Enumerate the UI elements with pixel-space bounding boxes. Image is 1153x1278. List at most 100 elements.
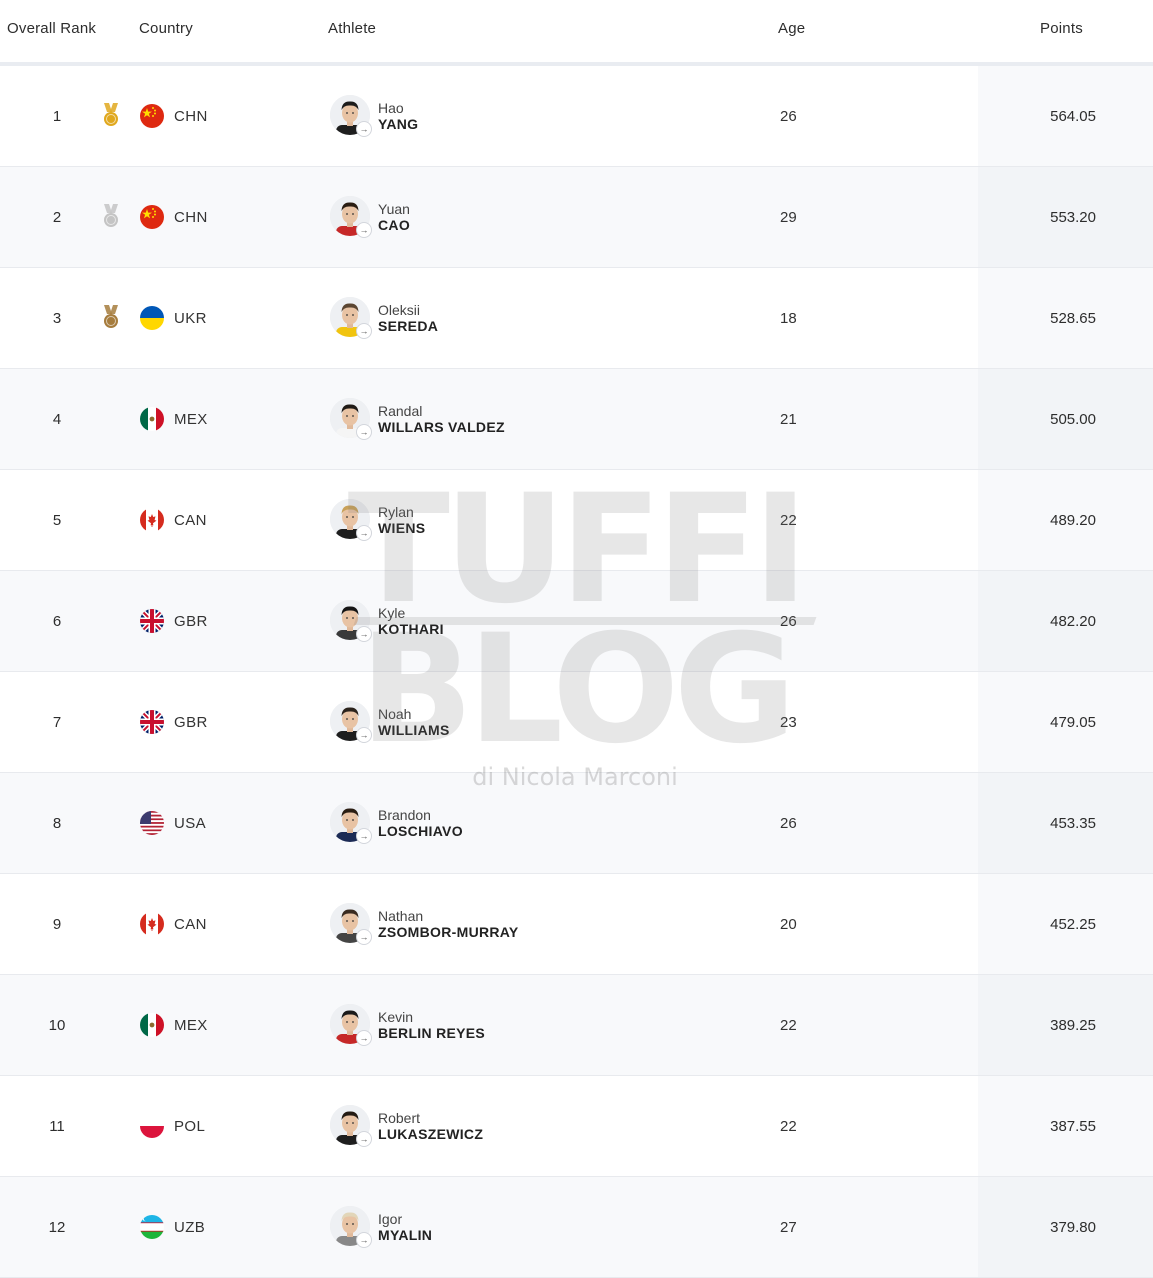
arrow-right-icon[interactable]: → bbox=[356, 222, 372, 238]
athlete-last-name[interactable]: LOSCHIAVO bbox=[378, 823, 463, 839]
flag-icon-can bbox=[140, 912, 164, 936]
athlete-first-name[interactable]: Randal bbox=[378, 403, 422, 419]
athlete-age: 26 bbox=[780, 815, 797, 832]
athlete-points: 387.55 bbox=[1050, 1118, 1096, 1135]
table-row[interactable]: 5 CAN → Rylan WIENS 22 489.20 bbox=[0, 470, 1153, 571]
arrow-right-icon[interactable]: → bbox=[356, 1030, 372, 1046]
arrow-right-icon[interactable]: → bbox=[356, 828, 372, 844]
athlete-last-name[interactable]: MYALIN bbox=[378, 1227, 432, 1243]
athlete-age: 23 bbox=[780, 714, 797, 731]
arrow-right-icon[interactable]: → bbox=[356, 424, 372, 440]
country-code: GBR bbox=[174, 613, 208, 630]
athlete-points: 482.20 bbox=[1050, 613, 1096, 630]
arrow-right-icon[interactable]: → bbox=[356, 929, 372, 945]
flag-icon-gbr bbox=[140, 609, 164, 633]
athlete-points: 452.25 bbox=[1050, 916, 1096, 933]
country-code: CHN bbox=[174, 209, 208, 226]
flag-icon-can bbox=[140, 508, 164, 532]
athlete-points: 453.35 bbox=[1050, 815, 1096, 832]
table-row[interactable]: 10 MEX → Kevin BERLIN REYES 22 389.25 bbox=[0, 975, 1153, 1076]
arrow-right-icon[interactable]: → bbox=[356, 323, 372, 339]
country-code: GBR bbox=[174, 714, 208, 731]
table-row[interactable]: 6 GBR → Kyle KOTHARI 26 482.20 bbox=[0, 571, 1153, 672]
table-row[interactable]: 7 GBR → Noah WILLIAMS 23 479.05 bbox=[0, 672, 1153, 773]
athlete-points: 389.25 bbox=[1050, 1017, 1096, 1034]
athlete-first-name[interactable]: Rylan bbox=[378, 504, 414, 520]
athlete-last-name[interactable]: YANG bbox=[378, 116, 418, 132]
rank-value: 10 bbox=[48, 1017, 66, 1034]
athlete-first-name[interactable]: Yuan bbox=[378, 201, 410, 217]
header-overall-rank[interactable]: Overall Rank bbox=[7, 20, 96, 37]
flag-icon-chn bbox=[140, 104, 164, 128]
athlete-points: 553.20 bbox=[1050, 209, 1096, 226]
rank-value: 9 bbox=[52, 916, 62, 933]
flag-icon-pol bbox=[140, 1114, 164, 1138]
athlete-last-name[interactable]: ZSOMBOR-MURRAY bbox=[378, 924, 519, 940]
arrow-right-icon[interactable]: → bbox=[356, 1232, 372, 1248]
table-header: Overall Rank Country Athlete Age Points bbox=[0, 0, 1153, 66]
arrow-right-icon[interactable]: → bbox=[356, 1131, 372, 1147]
athlete-age: 26 bbox=[780, 108, 797, 125]
country-code: UZB bbox=[174, 1219, 206, 1236]
athlete-last-name[interactable]: KOTHARI bbox=[378, 621, 444, 637]
athlete-last-name[interactable]: CAO bbox=[378, 217, 410, 233]
athlete-last-name[interactable]: LUKASZEWICZ bbox=[378, 1126, 483, 1142]
athlete-age: 27 bbox=[780, 1219, 797, 1236]
arrow-right-icon[interactable]: → bbox=[356, 727, 372, 743]
athlete-first-name[interactable]: Igor bbox=[378, 1211, 402, 1227]
medal-icon-gold bbox=[101, 103, 121, 129]
athlete-last-name[interactable]: WILLARS VALDEZ bbox=[378, 419, 505, 435]
athlete-first-name[interactable]: Noah bbox=[378, 706, 411, 722]
country-code: MEX bbox=[174, 1017, 208, 1034]
header-country[interactable]: Country bbox=[139, 20, 193, 37]
athlete-age: 26 bbox=[780, 613, 797, 630]
flag-icon-uzb bbox=[140, 1215, 164, 1239]
athlete-age: 18 bbox=[780, 310, 797, 327]
table-row[interactable]: 4 MEX → Randal WILLARS VALDEZ 21 505.00 bbox=[0, 369, 1153, 470]
athlete-first-name[interactable]: Robert bbox=[378, 1110, 420, 1126]
country-code: UKR bbox=[174, 310, 207, 327]
athlete-points: 379.80 bbox=[1050, 1219, 1096, 1236]
athlete-last-name[interactable]: BERLIN REYES bbox=[378, 1025, 485, 1041]
athlete-last-name[interactable]: WILLIAMS bbox=[378, 722, 450, 738]
rank-value: 5 bbox=[52, 512, 62, 529]
flag-icon-mex bbox=[140, 1013, 164, 1037]
arrow-right-icon[interactable]: → bbox=[356, 626, 372, 642]
table-row[interactable]: 1 CHN → Hao YANG 26 564.05 bbox=[0, 66, 1153, 167]
table-row[interactable]: 3 UKR → Oleksii SEREDA 18 528.65 bbox=[0, 268, 1153, 369]
athlete-first-name[interactable]: Hao bbox=[378, 100, 404, 116]
table-row[interactable]: 12 UZB → Igor MYALIN 27 379.80 bbox=[0, 1177, 1153, 1278]
table-row[interactable]: 9 CAN → Nathan ZSOMBOR-MURRAY 20 452.25 bbox=[0, 874, 1153, 975]
header-points[interactable]: Points bbox=[1040, 20, 1083, 37]
ranking-table-body: 1 CHN → Hao YANG 26 564.05 2 CHN → Yuan … bbox=[0, 66, 1153, 1278]
country-code: USA bbox=[174, 815, 207, 832]
flag-icon-mex bbox=[140, 407, 164, 431]
rank-value: 7 bbox=[52, 714, 62, 731]
athlete-last-name[interactable]: SEREDA bbox=[378, 318, 438, 334]
table-row[interactable]: 2 CHN → Yuan CAO 29 553.20 bbox=[0, 167, 1153, 268]
athlete-age: 22 bbox=[780, 1118, 797, 1135]
athlete-first-name[interactable]: Brandon bbox=[378, 807, 431, 823]
country-code: CAN bbox=[174, 916, 207, 933]
rank-value: 1 bbox=[52, 108, 62, 125]
rank-value: 11 bbox=[49, 1118, 65, 1135]
athlete-points: 489.20 bbox=[1050, 512, 1096, 529]
athlete-age: 22 bbox=[780, 1017, 797, 1034]
header-athlete[interactable]: Athlete bbox=[328, 20, 376, 37]
athlete-first-name[interactable]: Oleksii bbox=[378, 302, 420, 318]
rank-value: 6 bbox=[52, 613, 62, 630]
arrow-right-icon[interactable]: → bbox=[356, 525, 372, 541]
header-age[interactable]: Age bbox=[778, 20, 805, 37]
table-row[interactable]: 8 USA → Brandon LOSCHIAVO 26 453.35 bbox=[0, 773, 1153, 874]
athlete-first-name[interactable]: Kyle bbox=[378, 605, 405, 621]
athlete-first-name[interactable]: Kevin bbox=[378, 1009, 413, 1025]
athlete-points: 505.00 bbox=[1050, 411, 1096, 428]
rank-value: 2 bbox=[52, 209, 62, 226]
athlete-points: 564.05 bbox=[1050, 108, 1096, 125]
athlete-first-name[interactable]: Nathan bbox=[378, 908, 423, 924]
athlete-last-name[interactable]: WIENS bbox=[378, 520, 425, 536]
country-code: CHN bbox=[174, 108, 208, 125]
athlete-points: 528.65 bbox=[1050, 310, 1096, 327]
table-row[interactable]: 11 POL → Robert LUKASZEWICZ 22 387.55 bbox=[0, 1076, 1153, 1177]
arrow-right-icon[interactable]: → bbox=[356, 121, 372, 137]
